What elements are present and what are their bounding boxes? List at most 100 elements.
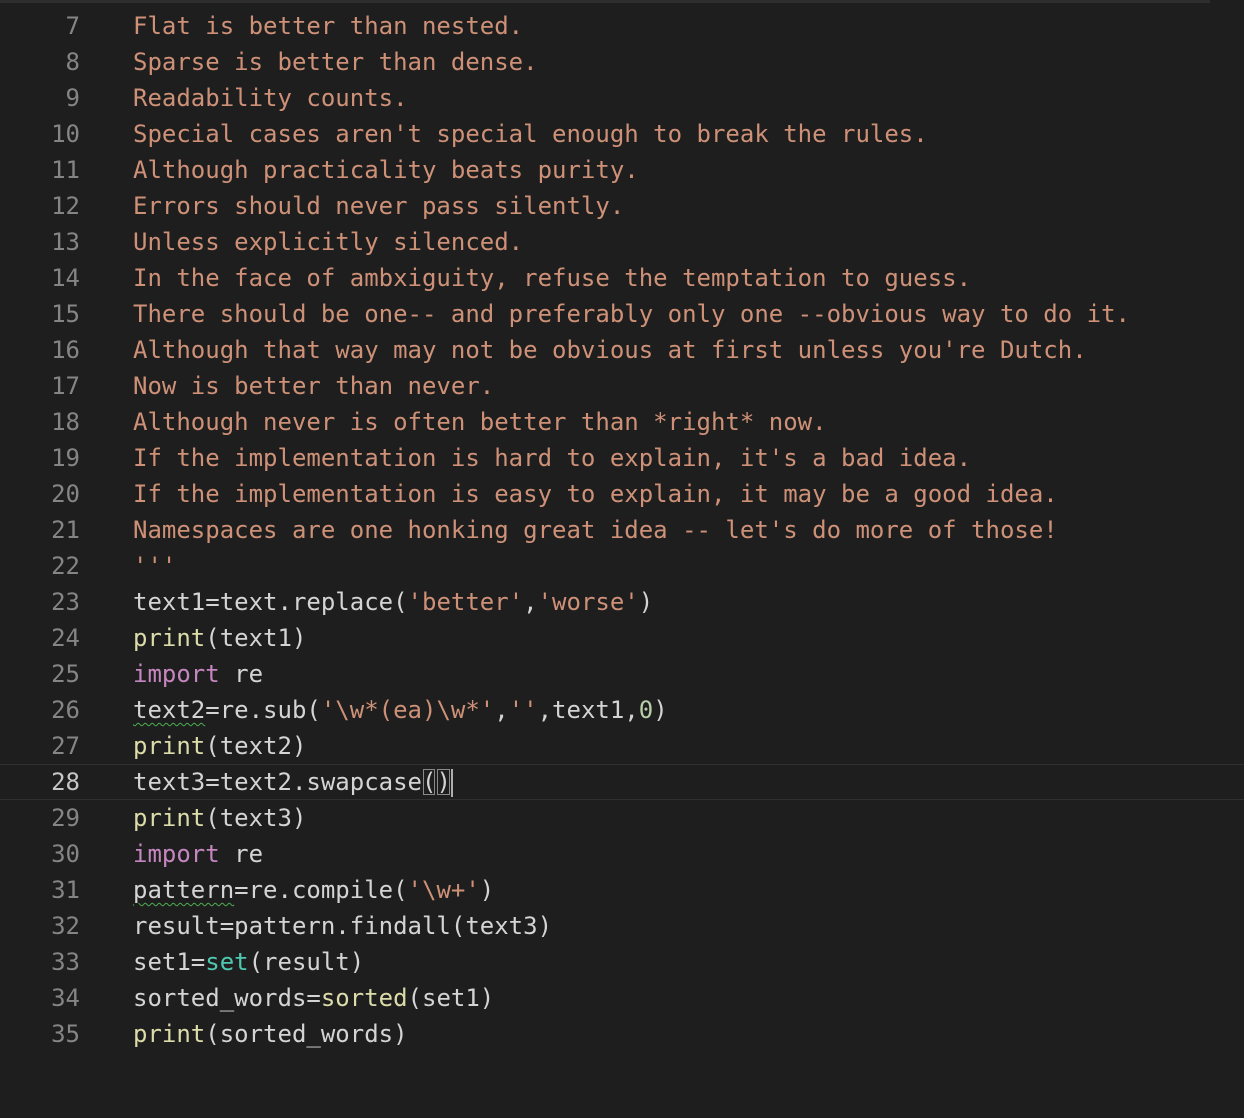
- line-number: 24: [51, 624, 80, 652]
- line-number: 31: [51, 876, 80, 904]
- string-literal: '': [508, 696, 538, 724]
- line-code[interactable]: text2=re.sub('\w*(ea)\w*','',text1,0): [133, 692, 668, 728]
- string-literal: 'worse': [537, 588, 639, 616]
- line-number: 12: [51, 192, 80, 220]
- line-code[interactable]: print(sorted_words): [133, 1016, 408, 1052]
- code-token: (text2): [205, 732, 307, 760]
- code-line[interactable]: 29 print(text3): [0, 800, 1244, 836]
- code-line[interactable]: 11 Although practicality beats purity.: [0, 152, 1244, 188]
- line-number: 9: [65, 84, 80, 112]
- line-code[interactable]: print(text3): [133, 800, 306, 836]
- code-line[interactable]: 9 Readability counts.: [0, 80, 1244, 116]
- matched-bracket: (: [421, 768, 437, 796]
- code-token: =re.compile(: [234, 876, 408, 904]
- string-text: Sparse is better than dense.: [133, 48, 538, 76]
- code-line[interactable]: 20 If the implementation is easy to expla…: [0, 476, 1244, 512]
- line-number: 27: [51, 732, 80, 760]
- line-number: 26: [51, 696, 80, 724]
- code-line[interactable]: 7 Flat is better than nested.: [0, 8, 1244, 44]
- line-code[interactable]: Readability counts.: [133, 80, 408, 116]
- line-number: 16: [51, 336, 80, 364]
- code-token: ): [479, 876, 495, 904]
- string-literal: '\w*(ea)\w*': [320, 696, 495, 724]
- code-line[interactable]: 35 print(sorted_words): [0, 1016, 1244, 1052]
- code-token: set1=: [133, 948, 206, 976]
- line-number: 15: [51, 300, 80, 328]
- line-code[interactable]: text3=text2.swapcase(): [133, 765, 453, 801]
- line-number: 34: [51, 984, 80, 1012]
- line-code[interactable]: Unless explicitly silenced.: [133, 224, 523, 260]
- line-code[interactable]: Special cases aren't special enough to b…: [133, 116, 928, 152]
- string-text: Flat is better than nested.: [133, 12, 524, 40]
- line-code[interactable]: In the face of ambxiguity, refuse the te…: [133, 260, 971, 296]
- line-code[interactable]: Errors should never pass silently.: [133, 188, 624, 224]
- string-text: In the face of ambxiguity, refuse the te…: [133, 264, 972, 292]
- line-number: 32: [51, 912, 80, 940]
- code-line[interactable]: 17 Now is better than never.: [0, 368, 1244, 404]
- code-line[interactable]: 34 sorted_words=sorted(set1): [0, 980, 1244, 1016]
- code-line[interactable]: 8 Sparse is better than dense.: [0, 44, 1244, 80]
- line-code[interactable]: result=pattern.findall(text3): [133, 908, 552, 944]
- line-code[interactable]: print(text1): [133, 620, 306, 656]
- code-line[interactable]: 22 ''': [0, 548, 1244, 584]
- code-line[interactable]: 14 In the face of ambxiguity, refuse the …: [0, 260, 1244, 296]
- code-line[interactable]: 18 Although never is often better than *r…: [0, 404, 1244, 440]
- line-code[interactable]: Namespaces are one honking great idea --…: [133, 512, 1058, 548]
- line-code[interactable]: Although never is often better than *rig…: [133, 404, 827, 440]
- code-line[interactable]: 10 Special cases aren't special enough to…: [0, 116, 1244, 152]
- line-code[interactable]: There should be one-- and preferably onl…: [133, 296, 1130, 332]
- line-code[interactable]: If the implementation is easy to explain…: [133, 476, 1058, 512]
- code-line[interactable]: 33 set1=set(result): [0, 944, 1244, 980]
- code-line[interactable]: 27 print(text2): [0, 728, 1244, 764]
- code-token: (set1): [407, 984, 495, 1012]
- code-line[interactable]: 30 import re: [0, 836, 1244, 872]
- line-code[interactable]: import re: [133, 656, 263, 692]
- line-code[interactable]: If the implementation is hard to explain…: [133, 440, 971, 476]
- line-code[interactable]: import re: [133, 836, 263, 872]
- line-code[interactable]: print(text2): [133, 728, 306, 764]
- code-token: re: [219, 840, 264, 868]
- code-line[interactable]: 23 text1=text.replace('better','worse'): [0, 584, 1244, 620]
- line-code[interactable]: Sparse is better than dense.: [133, 44, 538, 80]
- code-line[interactable]: 32 result=pattern.findall(text3): [0, 908, 1244, 944]
- code-line[interactable]: 12 Errors should never pass silently.: [0, 188, 1244, 224]
- warning-identifier: text2: [133, 696, 206, 724]
- line-number: 22: [51, 552, 80, 580]
- code-line[interactable]: 16 Although that way may not be obvious a…: [0, 332, 1244, 368]
- code-line[interactable]: 31 pattern=re.compile('\w+'): [0, 872, 1244, 908]
- code-token: ,: [494, 696, 509, 724]
- editor-lines[interactable]: 7 Flat is better than nested. 8 Sparse is b…: [0, 8, 1244, 1052]
- line-code[interactable]: Although practicality beats purity.: [133, 152, 639, 188]
- builtin-function: print: [133, 804, 206, 832]
- line-number: 21: [51, 516, 80, 544]
- string-text: Readability counts.: [133, 84, 408, 112]
- code-token: (text1): [205, 624, 307, 652]
- code-line[interactable]: 25 import re: [0, 656, 1244, 692]
- number-literal: 0: [638, 696, 654, 724]
- line-code[interactable]: sorted_words=sorted(set1): [133, 980, 494, 1016]
- code-editor[interactable]: 7 Flat is better than nested. 8 Sparse is b…: [0, 0, 1244, 1118]
- line-code[interactable]: text1=text.replace('better','worse'): [133, 584, 653, 620]
- line-number: 18: [51, 408, 80, 436]
- code-line[interactable]: 15 There should be one-- and preferably o…: [0, 296, 1244, 332]
- line-code[interactable]: ''': [133, 548, 176, 584]
- line-code[interactable]: set1=set(result): [133, 944, 364, 980]
- line-code[interactable]: Flat is better than nested.: [133, 8, 523, 44]
- string-text: Although that way may not be obvious at …: [133, 336, 1087, 364]
- code-line[interactable]: 13 Unless explicitly silenced.: [0, 224, 1244, 260]
- string-text: Namespaces are one honking great idea --…: [133, 516, 1058, 544]
- code-token: =re.sub(: [205, 696, 321, 724]
- code-token: re: [219, 660, 264, 688]
- line-code[interactable]: pattern=re.compile('\w+'): [133, 872, 494, 908]
- code-line[interactable]: 19 If the implementation is hard to expla…: [0, 440, 1244, 476]
- line-code[interactable]: Now is better than never.: [133, 368, 494, 404]
- line-number: 28: [51, 768, 80, 796]
- code-line[interactable]: 21 Namespaces are one honking great idea …: [0, 512, 1244, 548]
- current-code-line[interactable]: 28 text3=text2.swapcase(): [0, 764, 1244, 800]
- line-code[interactable]: Although that way may not be obvious at …: [133, 332, 1087, 368]
- code-line[interactable]: 24 print(text1): [0, 620, 1244, 656]
- line-number: 8: [65, 48, 80, 76]
- string-text: Special cases aren't special enough to b…: [133, 120, 928, 148]
- code-line[interactable]: 26 text2=re.sub('\w*(ea)\w*','',text1,0): [0, 692, 1244, 728]
- code-token: ): [638, 588, 654, 616]
